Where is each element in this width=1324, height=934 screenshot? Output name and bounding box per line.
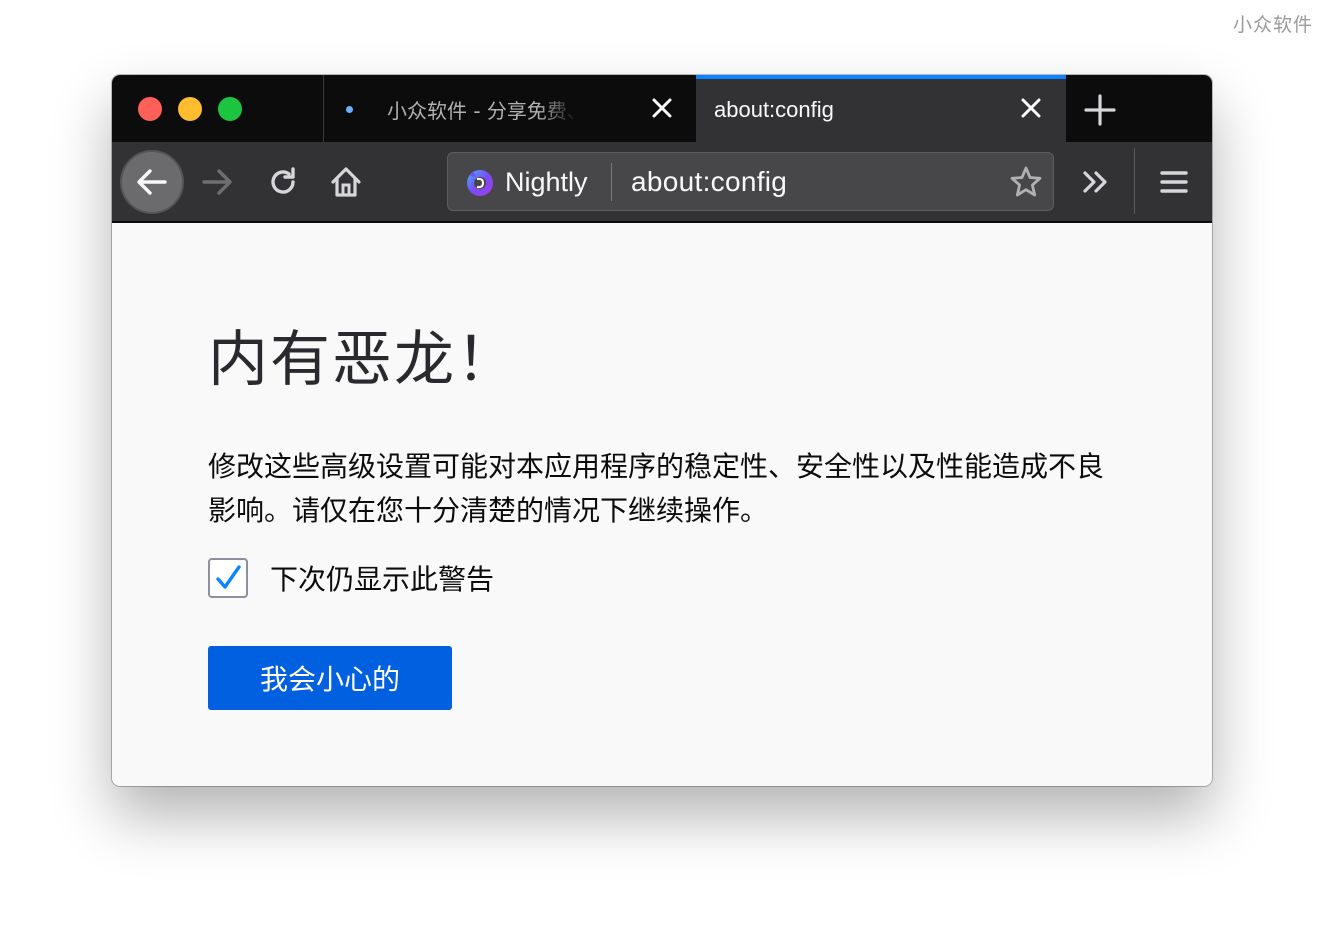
close-icon[interactable] [649, 95, 675, 121]
reload-button[interactable] [259, 158, 307, 206]
tab-active[interactable]: about:config [696, 75, 1066, 142]
toolbar-separator [1134, 148, 1135, 214]
menu-button[interactable] [1150, 158, 1198, 206]
home-icon [331, 167, 361, 197]
double-chevron-right-icon [1083, 171, 1107, 193]
checkbox-label: 下次仍显示此警告 [270, 563, 495, 596]
url-bar[interactable]: Nightly about:config [447, 152, 1054, 211]
tab-strip: 小众软件 - 分享免费、小巧、实用、有趣、绿色的软件 about:config [112, 75, 1212, 142]
active-tab-indicator [696, 75, 1066, 79]
arrow-right-icon [202, 169, 232, 195]
checkmark-icon [216, 565, 241, 589]
url-input[interactable]: about:config [631, 166, 787, 198]
home-button[interactable] [322, 158, 370, 206]
page-content: 内有恶龙！ 修改这些高级设置可能对本应用程序的稳定性、安全性以及性能造成不良影响… [112, 223, 1212, 786]
accept-risk-button[interactable]: 我会小心的 [208, 646, 452, 710]
show-warning-checkbox-row[interactable]: 下次仍显示此警告 [208, 558, 494, 598]
new-tab-plus-icon[interactable] [1082, 92, 1118, 128]
window-maximize-button[interactable] [218, 97, 242, 121]
show-warning-checkbox[interactable] [208, 558, 248, 598]
watermark: 小众软件 [1232, 14, 1313, 36]
close-icon[interactable] [1018, 95, 1044, 121]
identity-box[interactable]: Nightly [464, 166, 588, 198]
identity-label: Nightly [505, 166, 588, 197]
warning-description: 修改这些高级设置可能对本应用程序的稳定性、安全性以及性能造成不良影响。请仅在您十… [208, 450, 1105, 527]
overflow-button[interactable] [1072, 158, 1120, 206]
tab-title: about:config [714, 97, 834, 122]
arrow-left-icon [137, 169, 167, 195]
window-controls [138, 97, 242, 121]
star-icon[interactable] [1009, 165, 1043, 199]
tab-inactive[interactable]: 小众软件 - 分享免费、小巧、实用、有趣、绿色的软件 [323, 75, 696, 142]
forward-button[interactable] [194, 158, 242, 206]
hamburger-menu-icon [1160, 171, 1188, 193]
reload-icon [271, 167, 295, 194]
url-separator [611, 163, 612, 201]
browser-window: 小众软件 - 分享免费、小巧、实用、有趣、绿色的软件 about:config [112, 75, 1212, 786]
window-close-button[interactable] [138, 97, 162, 121]
navigation-toolbar: Nightly about:config [112, 142, 1212, 223]
unread-dot-icon [346, 106, 353, 113]
tab-title: 小众软件 - 分享免费、小巧、实用、有趣、绿色的软件 [387, 99, 577, 123]
page-title: 内有恶龙！ [208, 325, 518, 395]
window-minimize-button[interactable] [178, 97, 202, 121]
back-button[interactable] [120, 150, 184, 214]
nightly-logo-icon [467, 170, 493, 196]
